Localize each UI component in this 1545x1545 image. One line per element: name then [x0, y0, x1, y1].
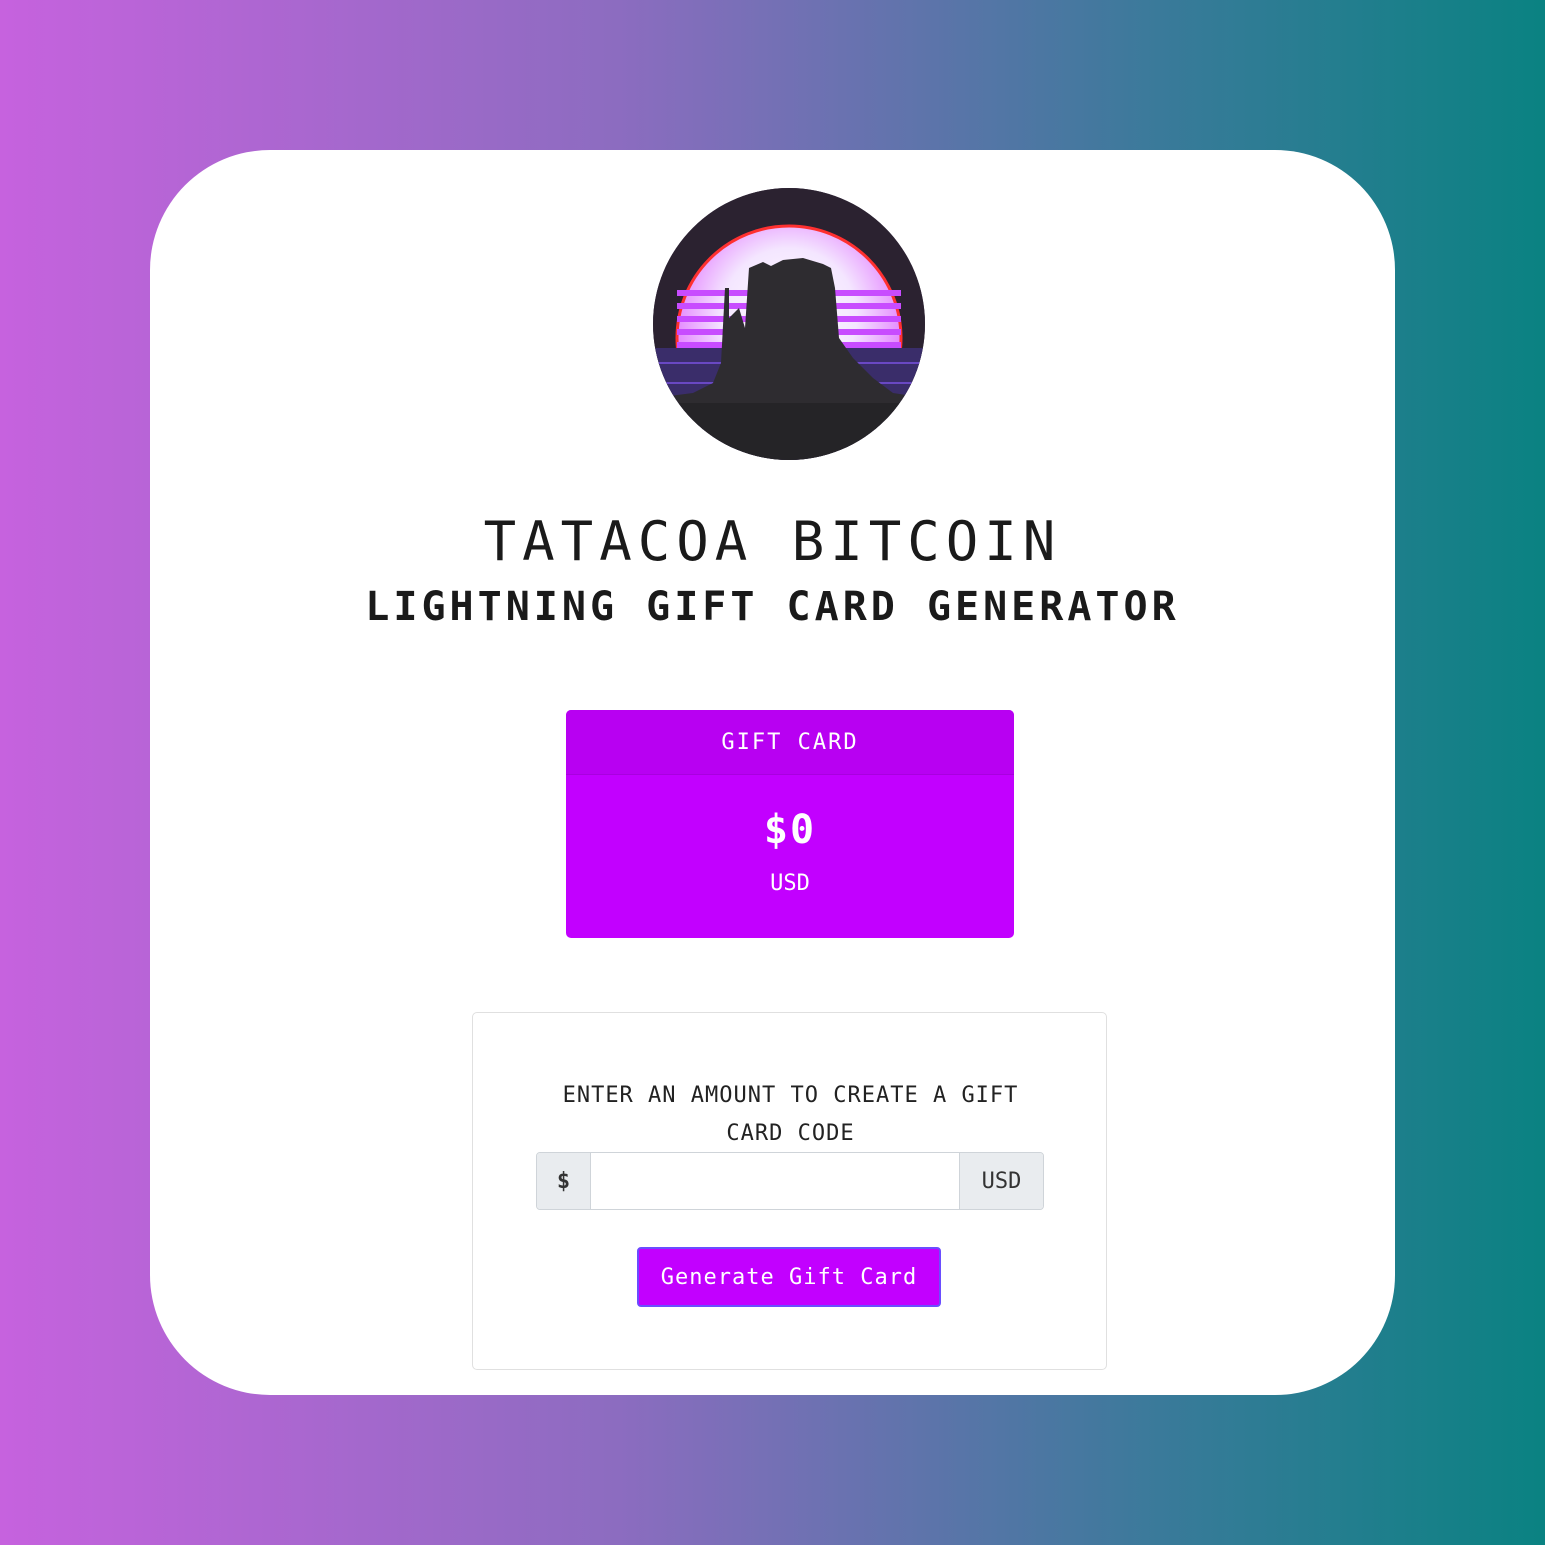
- gift-card-amount: $0: [763, 807, 817, 853]
- app-window: TATACOA BITCOIN LIGHTNING GIFT CARD GENE…: [150, 150, 1395, 1395]
- page-subtitle: LIGHTNING GIFT CARD GENERATOR: [365, 584, 1180, 630]
- currency-prefix: $: [537, 1153, 591, 1209]
- amount-input[interactable]: [591, 1153, 959, 1209]
- currency-suffix: USD: [959, 1153, 1043, 1209]
- amount-prompt: ENTER AN AMOUNT TO CREATE A GIFT CARD CO…: [562, 1083, 1019, 1146]
- gift-card-preview: GIFT CARD $0 USD: [566, 710, 1014, 938]
- gift-card-currency: USD: [770, 871, 810, 896]
- gift-card-form: ENTER AN AMOUNT TO CREATE A GIFT CARD CO…: [472, 1012, 1107, 1370]
- logo-icon: [653, 188, 925, 460]
- generate-gift-card-button[interactable]: Generate Gift Card: [637, 1247, 941, 1307]
- page-title: TATACOA BITCOIN: [483, 510, 1062, 573]
- amount-input-group: $ USD: [536, 1152, 1044, 1210]
- gift-card-label: GIFT CARD: [566, 710, 1014, 775]
